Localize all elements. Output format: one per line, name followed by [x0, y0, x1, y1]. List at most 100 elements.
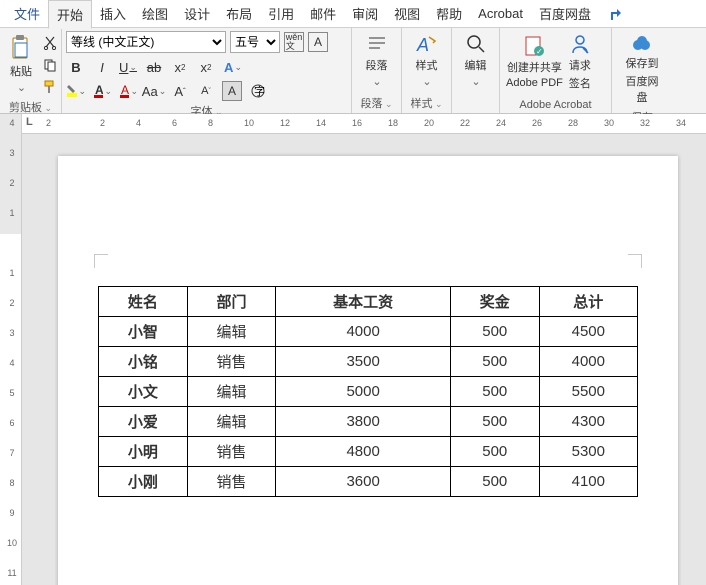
- tab-stop-icon[interactable]: L: [26, 116, 33, 128]
- vertical-ruler[interactable]: 43211234567891011: [0, 114, 22, 585]
- table-cell[interactable]: 500: [450, 467, 539, 497]
- table-cell[interactable]: 500: [450, 377, 539, 407]
- tab-6[interactable]: 邮件: [302, 0, 344, 27]
- table-cell[interactable]: 小刚: [99, 467, 188, 497]
- table-header[interactable]: 基本工资: [276, 287, 451, 317]
- horizontal-ruler[interactable]: L 224681012141618202224262830323436: [22, 114, 706, 134]
- highlight-button[interactable]: ⌄: [66, 81, 86, 101]
- table-cell[interactable]: 5500: [539, 377, 637, 407]
- table-cell[interactable]: 编辑: [187, 317, 276, 347]
- tab-1[interactable]: 插入: [92, 0, 134, 27]
- table-cell[interactable]: 小铭: [99, 347, 188, 377]
- tab-4[interactable]: 布局: [218, 0, 260, 27]
- share-icon[interactable]: [603, 2, 627, 26]
- tab-9[interactable]: 帮助: [428, 0, 470, 27]
- italic-button[interactable]: I: [92, 57, 112, 77]
- paste-button[interactable]: 粘贴⌄: [4, 31, 38, 97]
- superscript-button[interactable]: x2: [196, 57, 216, 77]
- table-header[interactable]: 奖金: [450, 287, 539, 317]
- table-cell[interactable]: 3600: [276, 467, 451, 497]
- table-cell[interactable]: 5000: [276, 377, 451, 407]
- table-cell[interactable]: 500: [450, 317, 539, 347]
- char-border-button[interactable]: A: [308, 32, 328, 52]
- char-shading-button[interactable]: A: [222, 81, 242, 101]
- table-cell[interactable]: 3800: [276, 407, 451, 437]
- phonetic-guide-button[interactable]: wěn文: [284, 32, 304, 52]
- table-cell[interactable]: 500: [450, 437, 539, 467]
- tab-10[interactable]: Acrobat: [470, 2, 531, 25]
- table-cell[interactable]: 500: [450, 407, 539, 437]
- table-header[interactable]: 总计: [539, 287, 637, 317]
- table-cell[interactable]: 4100: [539, 467, 637, 497]
- table-cell[interactable]: 4000: [276, 317, 451, 347]
- table-cell[interactable]: 4500: [539, 317, 637, 347]
- group-styles: A 样式⌄ 样式: [402, 28, 452, 113]
- shrink-font-button[interactable]: Aˇ: [196, 81, 216, 101]
- tab-file[interactable]: 文件: [6, 0, 48, 27]
- font-size-select[interactable]: 五号: [230, 31, 280, 53]
- table-header[interactable]: 部门: [187, 287, 276, 317]
- tab-2[interactable]: 绘图: [134, 0, 176, 27]
- bold-button[interactable]: B: [66, 57, 86, 77]
- group-font: 等线 (中文正文) 五号 wěn文 A B I U⌄ ab x2 x2 A⌄ ⌄…: [62, 28, 352, 113]
- table-row[interactable]: 小铭销售35005004000: [99, 347, 638, 377]
- table-cell[interactable]: 4800: [276, 437, 451, 467]
- styles-button[interactable]: A 样式⌄: [406, 31, 447, 90]
- svg-text:A: A: [121, 83, 129, 97]
- table-cell[interactable]: 销售: [187, 437, 276, 467]
- tab-0[interactable]: 开始: [48, 0, 92, 29]
- subscript-button[interactable]: x2: [170, 57, 190, 77]
- paragraph-icon: [366, 33, 388, 55]
- table-row[interactable]: 小明销售48005005300: [99, 437, 638, 467]
- tab-3[interactable]: 设计: [176, 0, 218, 27]
- group-label-paragraph[interactable]: 段落: [360, 98, 392, 110]
- strike-button[interactable]: ab: [144, 57, 164, 77]
- paragraph-button[interactable]: 段落⌄: [356, 31, 397, 90]
- create-share-pdf-button[interactable]: ✓ 创建并共享 Adobe PDF: [504, 31, 565, 93]
- table-row[interactable]: 小刚销售36005004100: [99, 467, 638, 497]
- data-table[interactable]: 姓名部门基本工资奖金总计 小智编辑40005004500小铭销售35005004…: [98, 286, 638, 497]
- table-cell[interactable]: 销售: [187, 347, 276, 377]
- table-cell[interactable]: 4300: [539, 407, 637, 437]
- change-case-button[interactable]: Aa⌄: [144, 81, 164, 101]
- page-area[interactable]: 姓名部门基本工资奖金总计 小智编辑40005004500小铭销售35005004…: [22, 134, 706, 585]
- copy-button[interactable]: [40, 55, 60, 75]
- grow-font-button[interactable]: Aˆ: [170, 81, 190, 101]
- tab-11[interactable]: 百度网盘: [531, 0, 599, 27]
- svg-text:A: A: [95, 83, 103, 97]
- save-baidu-button[interactable]: 保存到 百度网盘: [616, 31, 668, 107]
- font-family-select[interactable]: 等线 (中文正文): [66, 31, 226, 53]
- editing-button[interactable]: 编辑⌄: [456, 31, 495, 90]
- underline-button[interactable]: U⌄: [118, 57, 138, 77]
- group-label-styles[interactable]: 样式: [410, 98, 442, 110]
- format-painter-button[interactable]: [40, 77, 60, 97]
- table-cell[interactable]: 500: [450, 347, 539, 377]
- document-page[interactable]: 姓名部门基本工资奖金总计 小智编辑40005004500小铭销售35005004…: [58, 156, 678, 585]
- table-cell[interactable]: 销售: [187, 467, 276, 497]
- request-sign-button[interactable]: 请求 签名: [567, 31, 593, 93]
- tab-7[interactable]: 审阅: [344, 0, 386, 27]
- table-cell[interactable]: 5300: [539, 437, 637, 467]
- enclose-char-button[interactable]: 字: [248, 81, 268, 101]
- group-clipboard: 粘贴⌄ 剪贴板: [0, 28, 62, 113]
- font-color-button[interactable]: A⌄: [92, 81, 112, 101]
- tab-5[interactable]: 引用: [260, 0, 302, 27]
- group-label-editing: [456, 97, 495, 113]
- table-row[interactable]: 小文编辑50005005500: [99, 377, 638, 407]
- cut-button[interactable]: [40, 33, 60, 53]
- table-cell[interactable]: 小爱: [99, 407, 188, 437]
- table-cell[interactable]: 3500: [276, 347, 451, 377]
- table-cell[interactable]: 编辑: [187, 377, 276, 407]
- table-cell[interactable]: 编辑: [187, 407, 276, 437]
- group-label-clipboard[interactable]: 剪贴板: [9, 102, 52, 114]
- table-header[interactable]: 姓名: [99, 287, 188, 317]
- char-shading-color-button[interactable]: A⌄: [118, 81, 138, 101]
- table-cell[interactable]: 小明: [99, 437, 188, 467]
- text-effects-button[interactable]: A⌄: [222, 57, 242, 77]
- table-cell[interactable]: 小智: [99, 317, 188, 347]
- tab-8[interactable]: 视图: [386, 0, 428, 27]
- table-row[interactable]: 小智编辑40005004500: [99, 317, 638, 347]
- table-cell[interactable]: 4000: [539, 347, 637, 377]
- table-row[interactable]: 小爱编辑38005004300: [99, 407, 638, 437]
- table-cell[interactable]: 小文: [99, 377, 188, 407]
